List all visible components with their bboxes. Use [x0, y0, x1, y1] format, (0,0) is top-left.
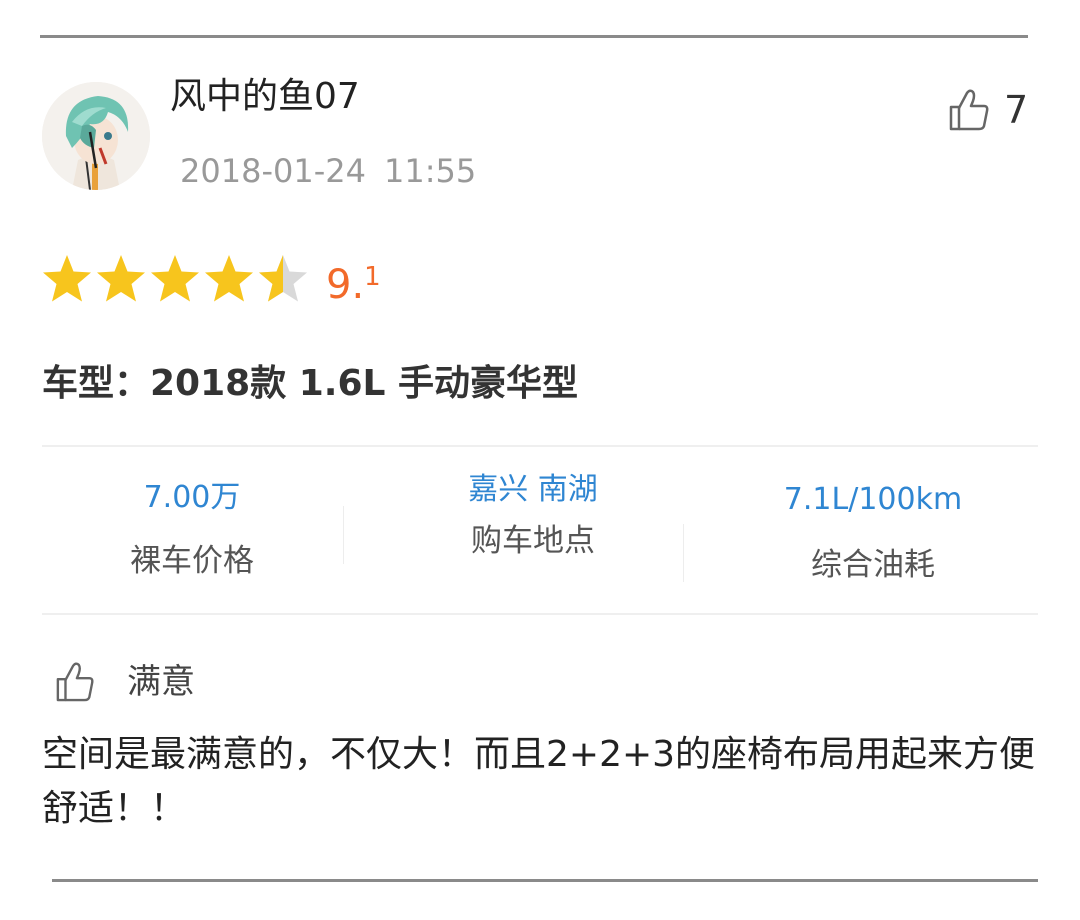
stat-location-value: 嘉兴 南湖 — [468, 472, 598, 507]
stat-location: 嘉兴 南湖 购车地点 — [383, 470, 683, 562]
stat-price-label: 裸车价格 — [130, 543, 254, 579]
section-divider — [42, 613, 1038, 615]
bottom-divider — [52, 879, 1038, 882]
thumbs-up-icon — [949, 89, 989, 131]
section-divider — [42, 445, 1038, 447]
review-text: 空间是最满意的，不仅大！而且2+2+3的座椅布局用起来方便舒适！！ — [42, 734, 1036, 829]
stat-location-label: 购车地点 — [471, 523, 595, 559]
star-full-icon — [97, 255, 145, 302]
post-timestamp: 2018-01-24 11:55 — [180, 150, 476, 192]
stat-fuel-value: 7.1L/100km — [783, 482, 963, 517]
like-count: 7 — [1004, 88, 1029, 132]
star-full-icon — [151, 255, 199, 302]
stat-fuel-label: 综合油耗 — [811, 547, 935, 583]
like-button[interactable]: 7 — [948, 88, 1028, 132]
stat-price: 7.00万 裸车价格 — [42, 478, 342, 582]
stat-fuel: 7.1L/100km 综合油耗 — [723, 480, 1023, 586]
car-model: 车型：2018款 1.6L 手动豪华型 — [42, 363, 578, 404]
satisfaction-header: 满意 — [55, 660, 195, 704]
star-full-icon — [205, 255, 253, 302]
post-time: 11:55 — [383, 152, 477, 190]
star-rating — [40, 252, 310, 306]
username[interactable]: 风中的鱼07 — [170, 74, 360, 120]
rating-score-decimal: 1 — [364, 262, 381, 292]
top-divider — [40, 35, 1028, 38]
thumbs-up-icon — [56, 662, 94, 702]
stat-separator — [683, 524, 684, 582]
rating-score-int: 9. — [326, 262, 365, 308]
anime-avatar-icon — [42, 82, 150, 190]
stat-price-value: 7.00万 — [143, 480, 241, 515]
stat-separator — [343, 506, 344, 564]
rating-score: 9.1 — [326, 262, 381, 308]
user-avatar[interactable] — [42, 82, 150, 190]
star-full-icon — [43, 255, 91, 302]
post-date: 2018-01-24 — [180, 152, 366, 190]
satisfaction-label: 满意 — [127, 662, 195, 702]
star-half-icon — [259, 255, 307, 302]
